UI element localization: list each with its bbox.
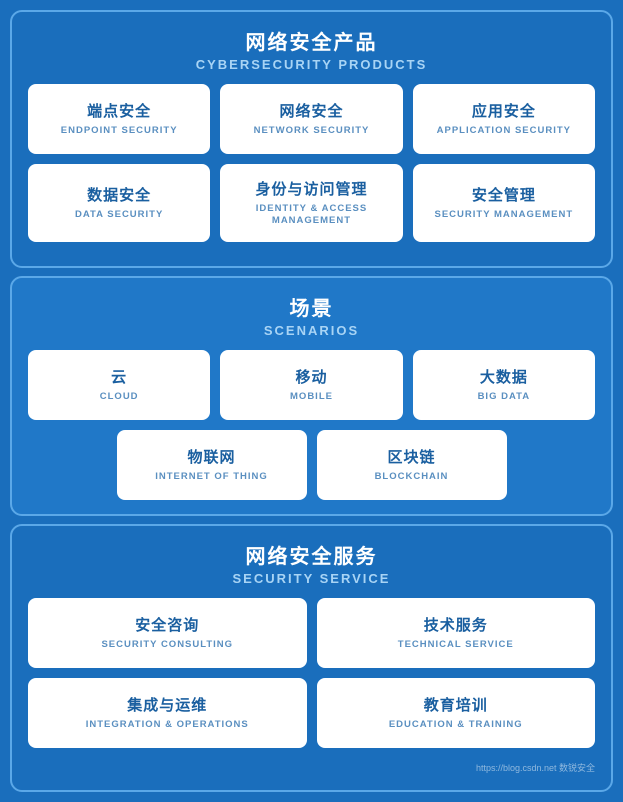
card-zh: 网络安全 (279, 100, 343, 121)
services-title-zh: 网络安全服务 (28, 540, 595, 569)
card-zh: 移动 (295, 366, 327, 387)
card-en: INTERNET OF THING (155, 471, 268, 483)
services-header: 网络安全服务 SECURITY SERVICE (28, 540, 595, 586)
scenarios-section: 场景 SCENARIOS 云 CLOUD 移动 MOBILE 大数据 BIG D… (10, 276, 613, 516)
services-row1: 安全咨询 SECURITY CONSULTING 技术服务 TECHNICAL … (28, 598, 595, 668)
card-en: SECURITY CONSULTING (101, 639, 233, 651)
card-zh: 数据安全 (87, 184, 151, 205)
products-section: 网络安全产品 CYBERSECURITY PRODUCTS 端点安全 ENDPO… (10, 10, 613, 268)
card-en: ENDPOINT SECURITY (61, 125, 178, 137)
card-zh: 大数据 (480, 366, 528, 387)
card-en: EDUCATION & TRAINING (389, 719, 523, 731)
card-zh: 物联网 (187, 446, 235, 467)
card-en: NETWORK SECURITY (254, 125, 370, 137)
card-zh: 安全咨询 (135, 614, 199, 635)
products-title-en: CYBERSECURITY PRODUCTS (28, 57, 595, 72)
card-education-training: 教育培训 EDUCATION & TRAINING (317, 678, 596, 748)
watermark: https://blog.csdn.net 数锐安全 (476, 763, 595, 773)
card-en: INTEGRATION & OPERATIONS (86, 719, 249, 731)
card-technical-service: 技术服务 TECHNICAL SERVICE (317, 598, 596, 668)
card-en: BLOCKCHAIN (375, 471, 449, 483)
card-en: SECURITY MANAGEMENT (435, 209, 574, 221)
card-en: IDENTITY & ACCESSMANAGEMENT (256, 203, 368, 228)
card-en: MOBILE (290, 391, 333, 403)
services-section: 网络安全服务 SECURITY SERVICE 安全咨询 SECURITY CO… (10, 524, 613, 792)
card-en: BIG DATA (478, 391, 531, 403)
products-title-zh: 网络安全产品 (28, 26, 595, 55)
card-en: TECHNICAL SERVICE (398, 639, 514, 651)
card-zh: 区块链 (387, 446, 435, 467)
card-zh: 云 (111, 366, 127, 387)
card-security-management: 安全管理 SECURITY MANAGEMENT (413, 164, 595, 242)
card-zh: 技术服务 (424, 614, 488, 635)
card-big-data: 大数据 BIG DATA (413, 350, 595, 420)
products-header: 网络安全产品 CYBERSECURITY PRODUCTS (28, 26, 595, 72)
card-zh: 教育培训 (424, 694, 488, 715)
scenarios-row2: 物联网 INTERNET OF THING 区块链 BLOCKCHAIN (117, 430, 507, 500)
card-application-security: 应用安全 APPLICATION SECURITY (413, 84, 595, 154)
card-mobile: 移动 MOBILE (220, 350, 402, 420)
card-integration-operations: 集成与运维 INTEGRATION & OPERATIONS (28, 678, 307, 748)
products-row1: 端点安全 ENDPOINT SECURITY 网络安全 NETWORK SECU… (28, 84, 595, 154)
scenarios-header: 场景 SCENARIOS (28, 292, 595, 338)
card-endpoint-security: 端点安全 ENDPOINT SECURITY (28, 84, 210, 154)
scenarios-title-zh: 场景 (28, 292, 595, 321)
card-zh: 身份与访问管理 (255, 178, 367, 199)
card-network-security: 网络安全 NETWORK SECURITY (220, 84, 402, 154)
card-zh: 集成与运维 (127, 694, 207, 715)
card-en: CLOUD (100, 391, 139, 403)
products-row2: 数据安全 DATA SECURITY 身份与访问管理 IDENTITY & AC… (28, 164, 595, 242)
card-cloud: 云 CLOUD (28, 350, 210, 420)
card-en: APPLICATION SECURITY (437, 125, 571, 137)
card-identity-access: 身份与访问管理 IDENTITY & ACCESSMANAGEMENT (220, 164, 402, 242)
card-zh: 应用安全 (472, 100, 536, 121)
scenarios-row1: 云 CLOUD 移动 MOBILE 大数据 BIG DATA (28, 350, 595, 420)
card-iot: 物联网 INTERNET OF THING (117, 430, 307, 500)
card-data-security: 数据安全 DATA SECURITY (28, 164, 210, 242)
services-row2: 集成与运维 INTEGRATION & OPERATIONS 教育培训 EDUC… (28, 678, 595, 748)
card-zh: 安全管理 (472, 184, 536, 205)
card-en: DATA SECURITY (75, 209, 163, 221)
card-blockchain: 区块链 BLOCKCHAIN (317, 430, 507, 500)
services-title-en: SECURITY SERVICE (28, 571, 595, 586)
card-zh: 端点安全 (87, 100, 151, 121)
card-security-consulting: 安全咨询 SECURITY CONSULTING (28, 598, 307, 668)
scenarios-title-en: SCENARIOS (28, 323, 595, 338)
